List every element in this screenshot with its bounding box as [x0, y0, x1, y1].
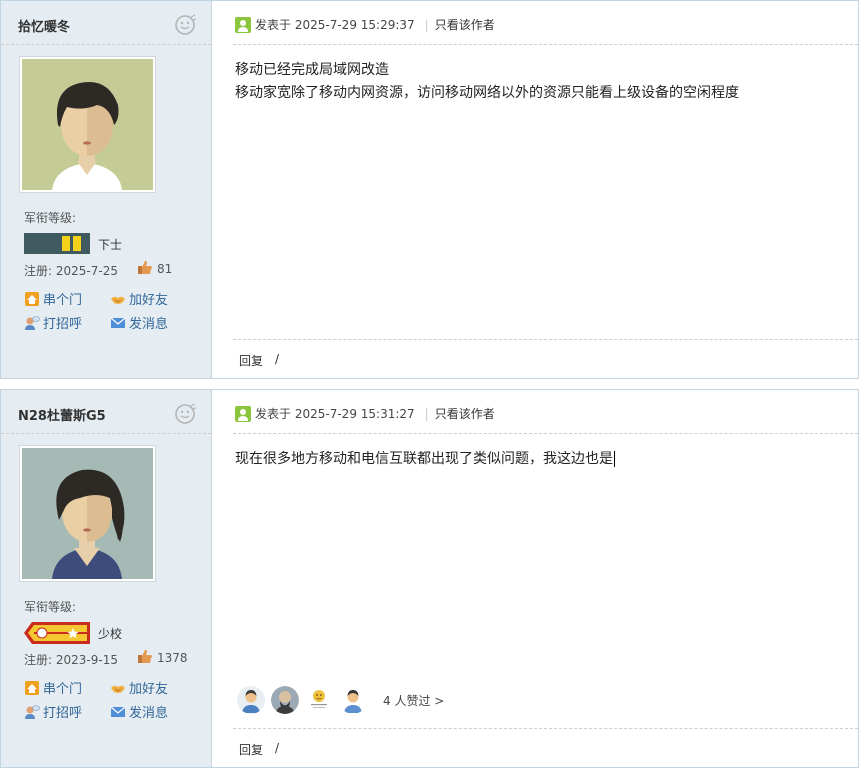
post-1: 拾忆暖冬 军衔等级: 下士 注册: 2025-7-25 81 串个门 加好友 打… — [0, 0, 859, 379]
registration-date: 注册: 2025-7-25 — [24, 264, 118, 278]
likers-count-link[interactable]: 4 人赞过 > — [383, 692, 444, 709]
thumbs-up-icon — [138, 260, 152, 274]
author-sidebar: 拾忆暖冬 军衔等级: 下士 注册: 2025-7-25 81 串个门 加好友 打… — [1, 1, 212, 378]
separator: | — [424, 406, 429, 421]
envelope-icon — [110, 317, 126, 328]
offline-status-icon — [175, 403, 197, 424]
reply-button[interactable]: 回复 — [239, 352, 263, 369]
divider — [233, 44, 858, 45]
liker-avatar[interactable] — [339, 686, 367, 714]
post-meta: 发表于 2025-7-29 15:29:37 | 只看该作者 — [235, 16, 495, 33]
author-sidebar: N28杜蕾斯G5 军衔等级: 少校 注册: 2023-9-15 1378 串个门… — [1, 390, 212, 767]
message-button[interactable]: 发消息 — [110, 702, 168, 721]
separator: | — [424, 17, 429, 32]
liker-avatar[interactable] — [305, 686, 333, 714]
rank-label: 军衔等级: — [24, 600, 77, 614]
rank-name: 下士 — [98, 238, 123, 252]
visit-button[interactable]: 串个门 — [24, 678, 82, 697]
username[interactable]: N28杜蕾斯G5 — [18, 405, 106, 424]
likes-count: 1378 — [157, 651, 188, 665]
liker-avatar[interactable] — [271, 686, 299, 714]
avatar[interactable] — [19, 56, 156, 193]
add-friend-button[interactable]: 加好友 — [110, 678, 168, 697]
rank-badge-icon — [24, 622, 90, 644]
home-icon — [25, 291, 39, 306]
divider — [233, 339, 858, 340]
liker-avatar[interactable] — [237, 686, 265, 714]
rank-label: 军衔等级: — [24, 211, 77, 225]
visit-button[interactable]: 串个门 — [24, 289, 82, 308]
text-cursor — [614, 451, 615, 467]
likers-row: 4 人赞过 > — [237, 686, 444, 714]
content-line: 移动家宽除了移动内网资源，访问移动网络以外的资源只能看上级设备的空闲程度 — [235, 85, 739, 101]
rank-name: 少校 — [98, 627, 123, 641]
greet-button[interactable]: 打招呼 — [24, 313, 82, 332]
divider — [1, 433, 211, 434]
content-line: 现在很多地方移动和电信互联都出现了类似问题，我这边也是 — [235, 451, 613, 467]
thumbs-up-icon — [138, 649, 152, 663]
post-content: 移动已经完成局域网改造 移动家宽除了移动内网资源，访问移动网络以外的资源只能看上… — [235, 59, 739, 105]
divider — [1, 44, 211, 45]
reply-button[interactable]: 回复 — [239, 741, 263, 758]
post-main: 发表于 2025-7-29 15:29:37 | 只看该作者 移动已经完成局域网… — [213, 1, 858, 378]
rank-badge-icon — [24, 233, 90, 254]
post-author-icon — [235, 16, 251, 33]
handshake-icon — [111, 296, 125, 304]
likes-count: 81 — [157, 262, 173, 276]
divider — [233, 433, 858, 434]
offline-status-icon — [175, 14, 197, 35]
greet-person-icon — [25, 315, 40, 330]
add-friend-button[interactable]: 加好友 — [110, 289, 168, 308]
message-button[interactable]: 发消息 — [110, 313, 168, 332]
avatar[interactable] — [19, 445, 156, 582]
separator: / — [275, 741, 280, 755]
registration-date: 注册: 2023-9-15 — [24, 653, 118, 667]
separator: / — [275, 352, 280, 366]
post-datetime: 2025-7-29 15:31:27 — [294, 406, 415, 421]
post-author-icon — [235, 405, 251, 422]
only-author-link[interactable]: 只看该作者 — [435, 16, 495, 33]
post-main: 发表于 2025-7-29 15:31:27 | 只看该作者 现在很多地方移动和… — [213, 390, 858, 767]
handshake-icon — [111, 685, 125, 693]
only-author-link[interactable]: 只看该作者 — [435, 405, 495, 422]
post-content: 现在很多地方移动和电信互联都出现了类似问题，我这边也是 — [235, 448, 615, 471]
divider — [233, 728, 858, 729]
post-2: N28杜蕾斯G5 军衔等级: 少校 注册: 2023-9-15 1378 串个门… — [0, 389, 859, 768]
home-icon — [25, 680, 39, 695]
envelope-icon — [110, 706, 126, 717]
post-datetime: 2025-7-29 15:29:37 — [294, 17, 415, 32]
username[interactable]: 拾忆暖冬 — [18, 16, 70, 35]
post-meta: 发表于 2025-7-29 15:31:27 | 只看该作者 — [235, 405, 495, 422]
content-line: 移动已经完成局域网改造 — [235, 62, 389, 78]
greet-person-icon — [25, 704, 40, 719]
greet-button[interactable]: 打招呼 — [24, 702, 82, 721]
